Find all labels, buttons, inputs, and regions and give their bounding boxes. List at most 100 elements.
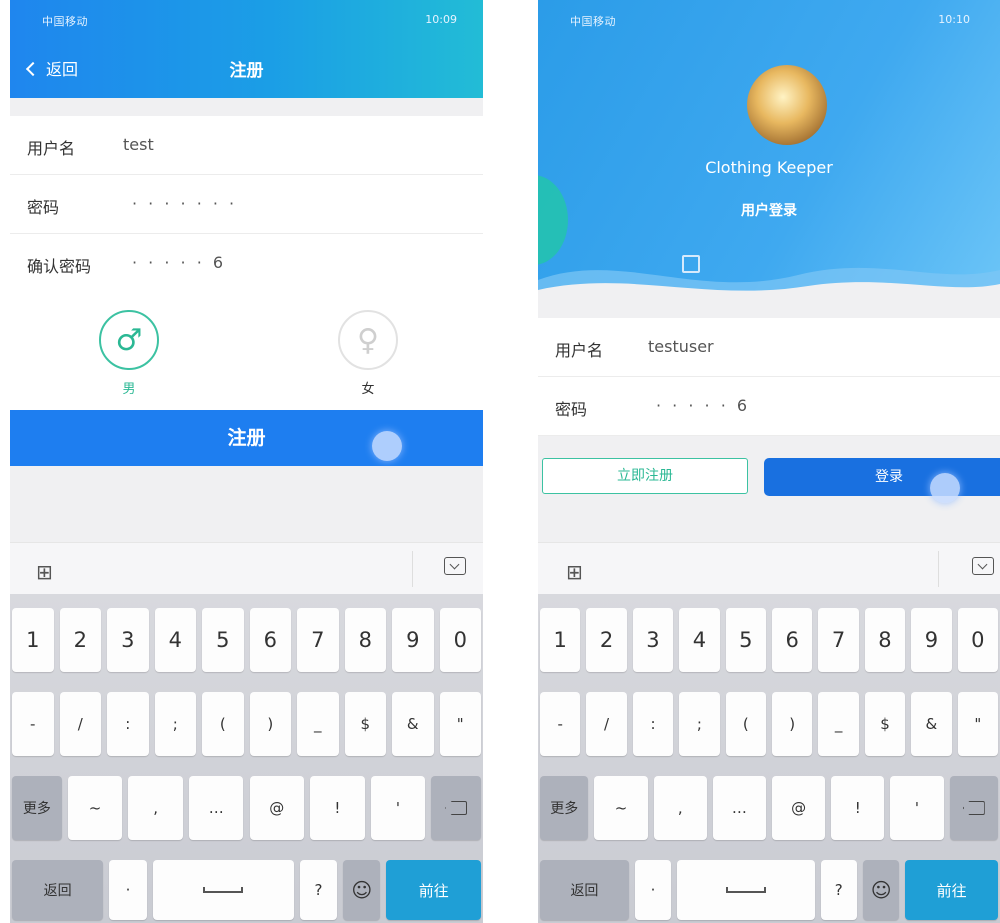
- key-symbol[interactable]: $: [864, 692, 906, 756]
- question-key[interactable]: ?: [820, 860, 857, 920]
- key-symbol[interactable]: ): [772, 692, 813, 756]
- more-key[interactable]: 更多: [12, 776, 62, 840]
- key-9[interactable]: 9: [911, 608, 952, 672]
- key-2[interactable]: 2: [586, 608, 627, 672]
- gender-male-option[interactable]: ♂ 男: [97, 310, 161, 397]
- dot-key[interactable]: ·: [634, 860, 672, 920]
- key-symbol[interactable]: ;: [154, 692, 196, 756]
- key-2[interactable]: 2: [59, 608, 101, 672]
- key-symbol[interactable]: …: [712, 776, 766, 840]
- touch-indicator: [372, 431, 402, 461]
- dot-key[interactable]: ·: [109, 860, 147, 920]
- key-8[interactable]: 8: [864, 608, 906, 672]
- key-9[interactable]: 9: [392, 608, 434, 672]
- gender-female-option[interactable]: ♀ 女: [336, 310, 400, 397]
- key-symbol[interactable]: _: [818, 692, 859, 756]
- key-symbol[interactable]: :: [632, 692, 674, 756]
- key-symbol[interactable]: _: [297, 692, 339, 756]
- password-input[interactable]: · · · · · 6: [656, 396, 750, 415]
- key-symbol[interactable]: …: [188, 776, 244, 840]
- login-button[interactable]: 登录: [764, 458, 1000, 496]
- key-6[interactable]: 6: [249, 608, 291, 672]
- keyboard: 1 2 3 4 5 6 7 8 9 0 - /:;() _ $ & " 更多 ~,… @! ' 返回 ·? ☺ 前往: [538, 594, 1000, 923]
- key-4[interactable]: 4: [679, 608, 720, 672]
- return-key[interactable]: 返回: [12, 860, 104, 920]
- register-button[interactable]: 注册: [10, 410, 483, 466]
- emoji-icon[interactable]: ☺: [343, 860, 381, 920]
- key-1[interactable]: 1: [12, 608, 54, 672]
- key-5[interactable]: 5: [725, 608, 766, 672]
- keyboard: 1 2 3 4 5 6 7 8 9 0 - /:;() _ $ & " 更多 ~,… @! ' 返回 ·? ☺ 前往: [10, 594, 483, 923]
- key-symbol[interactable]: ,: [128, 776, 183, 840]
- key-8[interactable]: 8: [344, 608, 386, 672]
- go-key[interactable]: 前往: [386, 860, 481, 920]
- key-symbol[interactable]: (: [725, 692, 766, 756]
- username-input[interactable]: testuser: [648, 337, 714, 356]
- register-now-button[interactable]: 立即注册: [542, 458, 748, 494]
- remember-checkbox[interactable]: [682, 255, 700, 273]
- login-form: 用户名 testuser 密码 · · · · · 6: [538, 318, 1000, 436]
- key-symbol[interactable]: /: [586, 692, 627, 756]
- key-7[interactable]: 7: [297, 608, 339, 672]
- key-7[interactable]: 7: [818, 608, 859, 672]
- avatar: [747, 65, 827, 145]
- username-field[interactable]: 用户名 test: [10, 116, 483, 175]
- key-symbol[interactable]: ': [370, 776, 426, 840]
- delete-key[interactable]: [949, 776, 998, 840]
- password-input[interactable]: · · · · · · ·: [132, 194, 237, 213]
- more-key[interactable]: 更多: [540, 776, 589, 840]
- return-key[interactable]: 返回: [540, 860, 629, 920]
- key-symbol[interactable]: @: [772, 776, 826, 840]
- key-symbol[interactable]: ,: [653, 776, 707, 840]
- key-symbol[interactable]: ~: [67, 776, 123, 840]
- go-key[interactable]: 前往: [905, 860, 998, 920]
- key-symbol[interactable]: &: [392, 692, 434, 756]
- confirm-password-input[interactable]: · · · · · 6: [132, 253, 226, 272]
- key-symbol[interactable]: &: [911, 692, 952, 756]
- key-symbol[interactable]: ": [439, 692, 481, 756]
- keyboard-hide-icon[interactable]: [972, 557, 994, 575]
- password-field[interactable]: 密码 · · · · · 6: [538, 377, 1000, 436]
- password-field[interactable]: 密码 · · · · · · ·: [10, 175, 483, 234]
- key-10[interactable]: 0: [439, 608, 481, 672]
- page-title: 注册: [229, 61, 264, 81]
- confirm-password-field[interactable]: 确认密码 · · · · · 6: [10, 234, 483, 293]
- key-10[interactable]: 0: [957, 608, 998, 672]
- key-symbol[interactable]: @: [249, 776, 305, 840]
- key-symbol[interactable]: ": [957, 692, 998, 756]
- key-symbol[interactable]: /: [59, 692, 101, 756]
- keyboard-menu-icon[interactable]: ⊞: [36, 560, 53, 584]
- key-5[interactable]: 5: [202, 608, 244, 672]
- key-3[interactable]: 3: [632, 608, 674, 672]
- keyboard-menu-icon[interactable]: ⊞: [566, 560, 583, 584]
- emoji-icon[interactable]: ☺: [862, 860, 900, 920]
- question-key[interactable]: ?: [299, 860, 338, 920]
- username-label: 用户名: [27, 139, 76, 158]
- key-symbol[interactable]: $: [344, 692, 386, 756]
- username-input[interactable]: test: [123, 135, 154, 154]
- key-3[interactable]: 3: [107, 608, 149, 672]
- key-1[interactable]: 1: [540, 608, 581, 672]
- key-symbol[interactable]: :: [107, 692, 149, 756]
- divider: [412, 551, 413, 587]
- key-4[interactable]: 4: [154, 608, 196, 672]
- key-symbol[interactable]: -: [540, 692, 581, 756]
- space-key[interactable]: [152, 860, 294, 920]
- space-icon: [203, 887, 244, 893]
- female-icon: ♀: [338, 310, 398, 370]
- key-symbol[interactable]: (: [202, 692, 244, 756]
- keyboard-hide-icon[interactable]: [444, 557, 466, 575]
- key-symbol[interactable]: ;: [679, 692, 720, 756]
- key-symbol[interactable]: !: [831, 776, 885, 840]
- key-6[interactable]: 6: [772, 608, 813, 672]
- key-symbol[interactable]: !: [310, 776, 365, 840]
- wave-decoration: [538, 267, 1000, 300]
- key-symbol[interactable]: ): [249, 692, 291, 756]
- key-symbol[interactable]: ~: [594, 776, 648, 840]
- space-key[interactable]: [677, 860, 815, 920]
- username-field[interactable]: 用户名 testuser: [538, 318, 1000, 377]
- key-symbol[interactable]: ': [890, 776, 944, 840]
- password-label: 密码: [555, 400, 588, 419]
- delete-key[interactable]: [431, 776, 481, 840]
- key-symbol[interactable]: -: [12, 692, 54, 756]
